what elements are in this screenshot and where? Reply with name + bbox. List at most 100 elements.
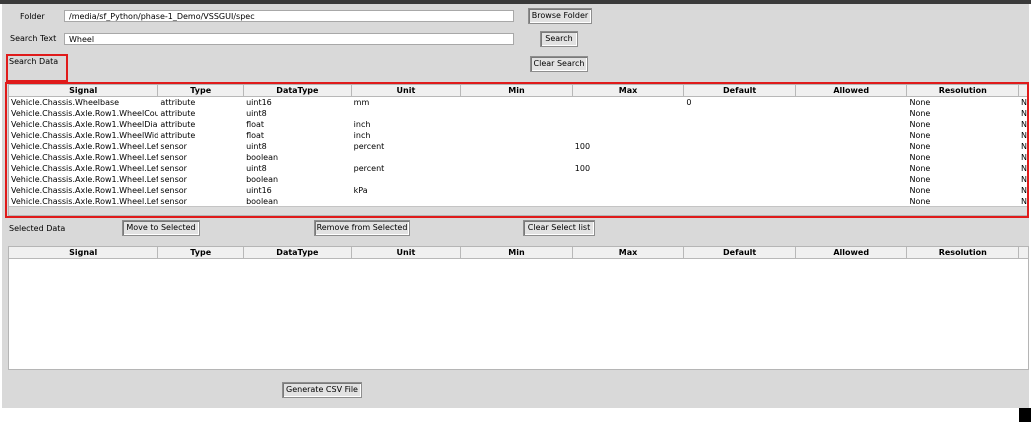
table-row[interactable]: Vehicle.Chassis.Axle.Row1.Wheel.Left.B se… xyxy=(9,163,1028,174)
column-header-type[interactable]: Type xyxy=(158,85,245,96)
table-cell: sensor xyxy=(160,164,187,173)
table-cell: N xyxy=(1021,153,1028,162)
search-results-table[interactable]: Signal Type DataType Unit Min Max Default Allow… xyxy=(8,84,1029,216)
table-row[interactable]: Vehicle.Chassis.Axle.Row1.Wheel.Left.B se… xyxy=(9,174,1028,185)
table-cell xyxy=(573,119,685,130)
move-to-selected-button[interactable]: Move to Selected xyxy=(122,220,200,236)
table-cell: N xyxy=(1021,175,1028,184)
table-cell xyxy=(796,97,908,108)
column-header-signal[interactable]: Signal xyxy=(9,85,159,96)
column-header-unit[interactable]: Unit xyxy=(352,85,462,96)
column-header-allowed[interactable]: Allowed xyxy=(796,247,908,258)
table-cell: uint16 xyxy=(246,98,272,107)
clear-select-list-button[interactable]: Clear Select list xyxy=(523,220,595,236)
table-cell: boolean xyxy=(246,153,279,162)
table-cell xyxy=(796,130,908,141)
search-data-label: Search Data xyxy=(9,57,59,66)
column-header-resolution[interactable]: Resolution xyxy=(907,85,1020,96)
table-cell: Vehicle.Chassis.Axle.Row1.Wheel.Left.B xyxy=(11,175,159,184)
table-cell: None xyxy=(909,120,931,129)
column-header-min[interactable]: Min xyxy=(461,247,573,258)
folder-path-field[interactable]: /media/sf_Python/phase-1_Demo/VSSGUI/spe… xyxy=(64,10,514,22)
generate-csv-button[interactable]: Generate CSV File xyxy=(282,382,362,398)
table-row[interactable]: Vehicle.Chassis.Axle.Row1.WheelDiametera… xyxy=(9,119,1028,130)
column-header-type[interactable]: Type xyxy=(158,247,245,258)
table-cell: percent xyxy=(353,164,385,173)
table-cell: Vehicle.Chassis.Axle.Row1.Wheel.Left.B xyxy=(11,153,159,162)
table-cell xyxy=(684,130,796,141)
browse-folder-button[interactable]: Browse Folder xyxy=(528,8,592,24)
table-cell: percent xyxy=(353,142,385,151)
remove-from-selected-button[interactable]: Remove from Selected xyxy=(314,220,410,236)
table-cell xyxy=(684,141,796,152)
column-header-max[interactable]: Max xyxy=(573,247,685,258)
table-cell: uint8 xyxy=(246,109,267,118)
column-header-resolution[interactable]: Resolution xyxy=(907,247,1020,258)
table-cell: None xyxy=(909,164,931,173)
search-text-label: Search Text xyxy=(10,34,57,43)
table-cell: Vehicle.Chassis.Axle.Row1.Wheel.Left.B xyxy=(11,142,159,151)
column-header-default[interactable]: Default xyxy=(684,247,796,258)
table-cell xyxy=(352,108,462,119)
search-button[interactable]: Search xyxy=(540,31,578,47)
table-cell: uint8 xyxy=(246,164,267,173)
table-cell xyxy=(461,108,573,119)
search-input[interactable]: Wheel xyxy=(64,33,514,45)
column-header-max[interactable]: Max xyxy=(573,85,685,96)
column-header-allowed[interactable]: Allowed xyxy=(796,85,908,96)
search-results-body: Vehicle.Chassis.Wheelbase attribute uint16… xyxy=(9,97,1028,207)
table-cell: boolean xyxy=(246,175,279,184)
table-cell xyxy=(573,108,685,119)
table-cell: None xyxy=(909,131,931,140)
column-header-min[interactable]: Min xyxy=(461,85,573,96)
table-cell: attribute xyxy=(160,98,196,107)
column-header-unit[interactable]: Unit xyxy=(352,247,462,258)
table-cell: kPa xyxy=(353,186,368,195)
table-cell: uint8 xyxy=(246,142,267,151)
table-cell: Vehicle.Chassis.Axle.Row1.WheelWidth xyxy=(11,131,159,140)
table-cell: Vehicle.Chassis.Axle.Row1.WheelCount xyxy=(11,109,159,118)
table-row[interactable]: Vehicle.Chassis.Axle.Row1.Wheel.Left.Ti s… xyxy=(9,185,1028,196)
table-cell xyxy=(684,185,796,196)
table-cell xyxy=(461,130,573,141)
table-row[interactable]: Vehicle.Chassis.Axle.Row1.WheelWidth attr… xyxy=(9,130,1028,141)
clear-search-button[interactable]: Clear Search xyxy=(530,56,588,72)
column-header-datatype[interactable]: DataType xyxy=(244,85,352,96)
window-edge-shadow xyxy=(1019,408,1031,422)
column-header-datatype[interactable]: DataType xyxy=(244,247,352,258)
table-cell xyxy=(684,163,796,174)
table-cell: float xyxy=(246,120,265,129)
selected-data-label: Selected Data xyxy=(9,224,66,233)
search-results-hscrollbar[interactable] xyxy=(9,206,1028,215)
table-cell xyxy=(796,163,908,174)
table-cell: attribute xyxy=(160,109,196,118)
table-cell xyxy=(796,108,908,119)
table-cell xyxy=(684,152,796,163)
table-cell: None xyxy=(909,153,931,162)
table-row[interactable]: Vehicle.Chassis.Axle.Row1.Wheel.Left.B se… xyxy=(9,152,1028,163)
selected-table[interactable]: Signal Type DataType Unit Min Max Default Allow… xyxy=(8,246,1029,370)
table-cell: Vehicle.Chassis.Wheelbase xyxy=(11,98,120,107)
folder-label: Folder xyxy=(20,12,45,21)
table-cell xyxy=(684,119,796,130)
table-row[interactable]: Vehicle.Chassis.Wheelbase attribute uint16… xyxy=(9,97,1028,108)
table-cell xyxy=(796,152,908,163)
column-header-default[interactable]: Default xyxy=(684,85,796,96)
table-cell: 0 xyxy=(686,98,692,107)
table-cell: sensor xyxy=(160,175,187,184)
table-row[interactable]: Vehicle.Chassis.Axle.Row1.Wheel.Left.B se… xyxy=(9,141,1028,152)
table-cell xyxy=(352,152,462,163)
table-cell xyxy=(461,174,573,185)
table-cell xyxy=(796,119,908,130)
table-cell: attribute xyxy=(160,131,196,140)
table-cell: inch xyxy=(353,131,371,140)
table-cell: None xyxy=(909,175,931,184)
table-cell: None xyxy=(909,98,931,107)
column-header-signal[interactable]: Signal xyxy=(9,247,159,258)
table-cell xyxy=(684,108,796,119)
table-cell: N xyxy=(1021,131,1028,140)
table-row[interactable]: Vehicle.Chassis.Axle.Row1.WheelCount attr… xyxy=(9,108,1028,119)
table-cell: float xyxy=(246,131,265,140)
table-cell: uint16 xyxy=(246,186,272,195)
table-cell xyxy=(461,185,573,196)
